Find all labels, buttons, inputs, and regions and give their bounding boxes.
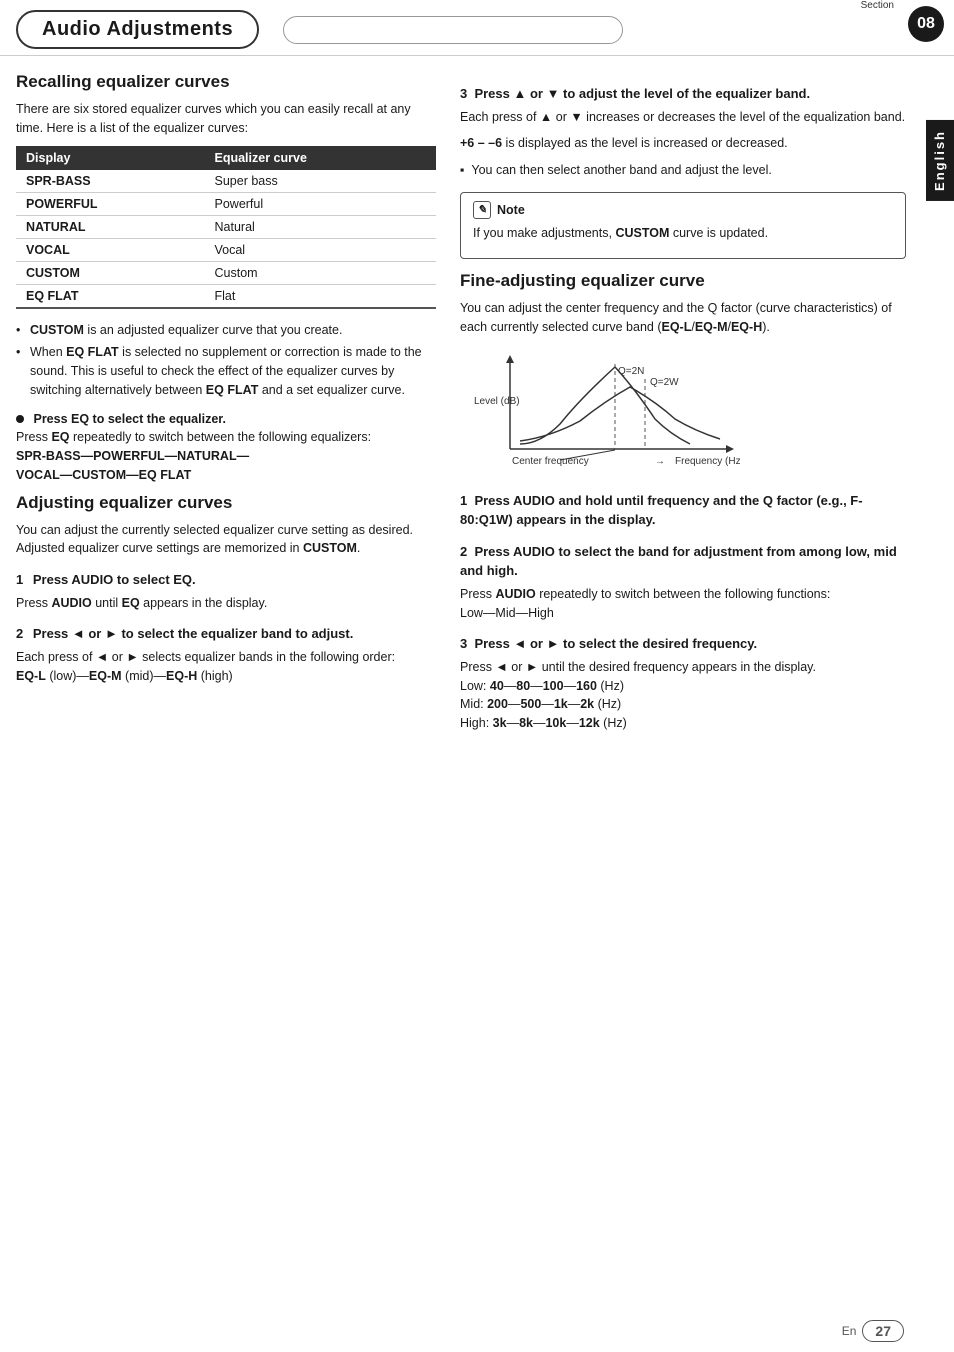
step3-adj-body3: ▪ You can then select another band and a… — [460, 161, 906, 180]
step-press-eq: Press EQ to select the equalizer. Press … — [16, 410, 436, 485]
table-row: SPR-BASSSuper bass — [16, 170, 436, 193]
right-column: 3 Press ▲ or ▼ to adjust the level of th… — [460, 72, 906, 741]
section-label: Section — [861, 0, 894, 11]
eq-display-cell: NATURAL — [16, 215, 205, 238]
note-body: If you make adjustments, CUSTOM curve is… — [473, 224, 893, 243]
svg-text:Q=2W: Q=2W — [650, 377, 679, 388]
table-row: POWERFULPowerful — [16, 192, 436, 215]
adjusting-intro: You can adjust the currently selected eq… — [16, 521, 436, 559]
fine-step1-heading: 1 Press AUDIO and hold until frequency a… — [460, 491, 906, 530]
breadcrumb — [283, 16, 623, 44]
eq-curve-cell: Super bass — [205, 170, 437, 193]
svg-text:Q=2N: Q=2N — [618, 366, 644, 377]
svg-text:Level (dB): Level (dB) — [474, 396, 520, 407]
circle-bullet-icon — [16, 415, 24, 423]
eq-curve-cell: Flat — [205, 284, 437, 308]
eq-chart: Level (dB) Center frequency → Frequency … — [460, 349, 740, 479]
note-box: ✎ Note If you make adjustments, CUSTOM c… — [460, 192, 906, 260]
eq-chart-svg: Level (dB) Center frequency → Frequency … — [460, 349, 740, 479]
page-number: 27 — [862, 1320, 904, 1342]
page-header: Audio Adjustments Section 08 — [0, 0, 954, 56]
col-curve: Equalizer curve — [205, 146, 437, 170]
adjusting-section: Adjusting equalizer curves You can adjus… — [16, 493, 436, 686]
bullet-custom: CUSTOM is an adjusted equalizer curve th… — [16, 321, 436, 340]
fine-step2-body: Press AUDIO repeatedly to switch between… — [460, 585, 906, 623]
page-footer: En 27 — [842, 1320, 904, 1342]
svg-text:Center frequency: Center frequency — [512, 456, 589, 467]
section-number: 08 — [908, 6, 944, 42]
eq-table: Display Equalizer curve SPR-BASSSuper ba… — [16, 146, 436, 309]
bullet-eqflat: When EQ FLAT is selected no supplement o… — [16, 343, 436, 399]
en-label: En — [842, 1324, 857, 1338]
eq-display-cell: CUSTOM — [16, 261, 205, 284]
eq-curve-cell: Powerful — [205, 192, 437, 215]
fine-adjusting-intro: You can adjust the center frequency and … — [460, 299, 906, 337]
step3-adj-body1: Each press of ▲ or ▼ increases or decrea… — [460, 108, 906, 127]
table-row: CUSTOMCustom — [16, 261, 436, 284]
table-row: NATURALNatural — [16, 215, 436, 238]
eq-curve-cell: Custom — [205, 261, 437, 284]
eq-display-cell: SPR-BASS — [16, 170, 205, 193]
fine-step2-heading: 2 Press AUDIO to select the band for adj… — [460, 542, 906, 581]
left-column: Recalling equalizer curves There are six… — [16, 72, 436, 741]
eq-display-cell: VOCAL — [16, 238, 205, 261]
svg-text:Frequency (Hz): Frequency (Hz) — [675, 456, 740, 467]
note-title: ✎ Note — [473, 201, 893, 220]
fine-adjusting-section: Fine-adjusting equalizer curve You can a… — [460, 271, 906, 733]
fine-step3-heading: 3 Press ◄ or ► to select the desired fre… — [460, 634, 906, 654]
svg-text:→: → — [655, 456, 665, 467]
step3-adj-body2: +6 – –6 is displayed as the level is inc… — [460, 134, 906, 153]
recalling-title: Recalling equalizer curves — [16, 72, 436, 92]
step1-body: Press AUDIO until EQ appears in the disp… — [16, 594, 436, 613]
eq-display-cell: POWERFUL — [16, 192, 205, 215]
fine-step3-body: Press ◄ or ► until the desired frequency… — [460, 658, 906, 733]
recalling-intro: There are six stored equalizer curves wh… — [16, 100, 436, 138]
language-label: English — [926, 120, 954, 201]
table-row: VOCALVocal — [16, 238, 436, 261]
adjusting-title: Adjusting equalizer curves — [16, 493, 436, 513]
eq-display-cell: EQ FLAT — [16, 284, 205, 308]
recalling-section: Recalling equalizer curves There are six… — [16, 72, 436, 485]
step2-body: Each press of ◄ or ► selects equalizer b… — [16, 648, 436, 686]
step1-heading: 1 Press AUDIO to select EQ. — [16, 570, 436, 590]
col-display: Display — [16, 146, 205, 170]
step1-num: 1 — [16, 572, 23, 587]
table-row: EQ FLATFlat — [16, 284, 436, 308]
step2-num: 2 — [16, 626, 23, 641]
note-icon: ✎ — [473, 201, 491, 219]
recalling-bullets: CUSTOM is an adjusted equalizer curve th… — [16, 321, 436, 400]
fine-adjusting-title: Fine-adjusting equalizer curve — [460, 271, 906, 291]
eq-curve-cell: Vocal — [205, 238, 437, 261]
step2-heading: 2 Press ◄ or ► to select the equalizer b… — [16, 624, 436, 644]
eq-curve-cell: Natural — [205, 215, 437, 238]
step3-adj-heading: 3 Press ▲ or ▼ to adjust the level of th… — [460, 84, 906, 104]
main-content: Recalling equalizer curves There are six… — [0, 56, 954, 757]
note-label: Note — [497, 201, 525, 220]
page-title: Audio Adjustments — [16, 10, 259, 49]
